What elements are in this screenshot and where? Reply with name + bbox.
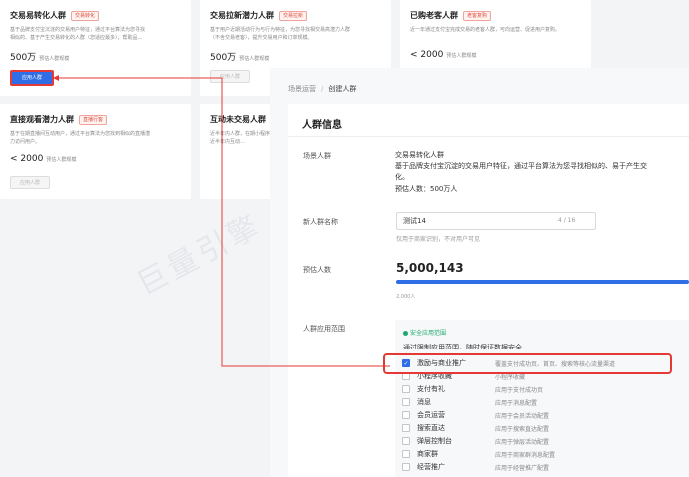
scope-option-name: 会员运营: [417, 411, 445, 419]
card-title: 已购老客人群: [410, 11, 458, 20]
checkbox[interactable]: [402, 398, 410, 406]
estimate-label: 预估人数: [303, 266, 331, 274]
card-desc: 基于品牌支付宝沉淀的交易用户特征，通过平台算法为您寻找 相似的、基于产生交易转化的…: [10, 27, 146, 41]
card-title: 直接观看潜力人群: [10, 115, 74, 124]
scope-option-name: 弹层控制台: [417, 437, 452, 445]
scene-label: 场景人群: [303, 152, 331, 160]
scope-box: 安全应用范围 通过限制应用范围，随时保证数据安全 ✓ 激励与商业推广 覆盖支付成功页…: [383, 320, 689, 477]
scope-option-name: 消息: [417, 398, 431, 406]
breadcrumb-current: 创建人群: [328, 85, 357, 93]
card-count: 500万 预估人群规模: [10, 53, 70, 63]
scene-desc-line1: 基于品牌支付宝沉淀的交易用户特征，通过平台算法为您寻找相似的、易于产生交: [395, 162, 647, 170]
crowd-info-section: 人群信息 场景人群 交易易转化人群 基于品牌支付宝沉淀的交易用户特征，通过平台算…: [288, 104, 689, 477]
card-desc: 近一年通过支付宝完成交易的老客人群，可向运营、促进用户复购。: [410, 27, 561, 33]
progress-label: 2,000人: [396, 294, 416, 300]
create-crowd-panel: 场景运营 / 创建人群 人群信息 场景人群 交易易转化人群 基于品牌支付宝沉淀的交易…: [270, 68, 689, 477]
scope-option-desc: 应用于经营推广配置: [495, 464, 550, 472]
scope-option-name: 经营推广: [417, 463, 445, 471]
estimate-progress-track: [396, 280, 689, 284]
card-title: 交易易转化人群: [10, 11, 66, 20]
scene-estimate: 预估人数：500万人: [395, 185, 458, 193]
card-count: < 2000 预估人群规模: [410, 50, 477, 60]
safe-scope-title: 安全应用范围: [403, 328, 446, 337]
scope-label: 人群应用范围: [303, 325, 345, 333]
checkbox[interactable]: [402, 411, 410, 419]
scope-option[interactable]: 弹层控制台 应用于弹层活动配置: [402, 436, 549, 446]
scope-option-desc: 应用于弹层活动配置: [495, 438, 550, 446]
scope-option[interactable]: 会员运营 应用于会员活动配置: [402, 410, 549, 420]
name-hint: 仅用于商家识别，不对用户可见: [396, 236, 481, 243]
card-desc: 基于在期直播间互动用户，通过平台算法为您找到相似的直播潜 力访问用户。: [10, 131, 151, 145]
apply-crowd-button[interactable]: 应用人群: [10, 70, 54, 86]
apply-crowd-button[interactable]: 应用人群: [10, 176, 50, 189]
scope-option-desc: 应用于消息配置: [495, 399, 538, 407]
scene-desc-line2: 化。: [395, 173, 409, 181]
checkbox[interactable]: [402, 450, 410, 458]
watermark: 巨量引擎: [131, 207, 268, 303]
scope-option-desc: 应用于支付成功页: [495, 386, 544, 394]
estimate-progress-fill: [396, 280, 689, 284]
scope-option-name: 支付有礼: [417, 385, 445, 393]
scope-option-name: 搜索直达: [417, 424, 445, 432]
card-tag: 老客复购: [463, 10, 492, 21]
card-tag: 交易转化: [71, 10, 100, 21]
section-title: 人群信息: [302, 120, 342, 131]
card-tag: 直播行客: [79, 114, 108, 125]
scope-option-desc: 应用于会员活动配置: [495, 412, 550, 420]
checkbox[interactable]: [402, 463, 410, 471]
crowd-card-live-watch: 直接观看潜力人群 直播行客 基于在期直播间互动用户，通过平台算法为您找到相似的直播…: [0, 104, 191, 199]
card-title: 交易拉新潜力人群: [210, 11, 274, 20]
scope-option[interactable]: 支付有礼 应用于支付成功页: [402, 384, 543, 394]
scene-name: 交易易转化人群: [395, 151, 444, 159]
crowd-card-old-customers: 已购老客人群 老客复购 近一年通过支付宝完成交易的老客人群，可向运营、促进用户复购…: [400, 0, 591, 70]
apply-crowd-button[interactable]: 应用人群: [210, 70, 250, 83]
scope-option-name: 商家群: [417, 450, 438, 458]
checkbox[interactable]: [402, 385, 410, 393]
card-desc: 基于用户近期活动行为与行为特征，为您寻找相交易高潜力人群 （不含交易老客），提升交…: [210, 27, 351, 41]
card-count: 500万 预估人群规模: [210, 53, 270, 63]
scope-option[interactable]: 经营推广 应用于经营推广配置: [402, 462, 549, 472]
scope-option[interactable]: 消息 应用于消息配置: [402, 397, 537, 407]
checkbox[interactable]: [402, 437, 410, 445]
checkbox[interactable]: [402, 424, 410, 432]
scope-option[interactable]: 搜索直达 应用于搜索直达配置: [402, 423, 549, 433]
divider: [288, 136, 689, 137]
crowd-card-transaction-conversion: 交易易转化人群 交易转化 基于品牌支付宝沉淀的交易用户特征，通过平台算法为您寻找相…: [0, 0, 191, 96]
safe-scope-desc: 通过限制应用范围，随时保证数据安全: [403, 344, 522, 349]
breadcrumb: 场景运营 / 创建人群: [288, 85, 357, 93]
name-char-count: 4 / 16: [558, 217, 576, 224]
scope-option[interactable]: 商家群 应用于商家群消息配置: [402, 449, 555, 459]
card-title: 互动未交易人群: [210, 115, 266, 124]
shield-check-icon: [403, 331, 408, 336]
scope-option-desc: 应用于搜索直达配置: [495, 425, 550, 433]
estimate-value: 5,000,143: [396, 261, 464, 275]
scope-option-desc: 应用于商家群消息配置: [495, 451, 556, 459]
card-tag: 交易拉新: [279, 10, 308, 21]
annotation-highlight-box: [383, 353, 672, 374]
card-count: < 2000 预估人群规模: [10, 154, 77, 164]
name-label: 新人群名称: [303, 218, 338, 226]
breadcrumb-scene-ops[interactable]: 场景运营: [288, 85, 316, 93]
